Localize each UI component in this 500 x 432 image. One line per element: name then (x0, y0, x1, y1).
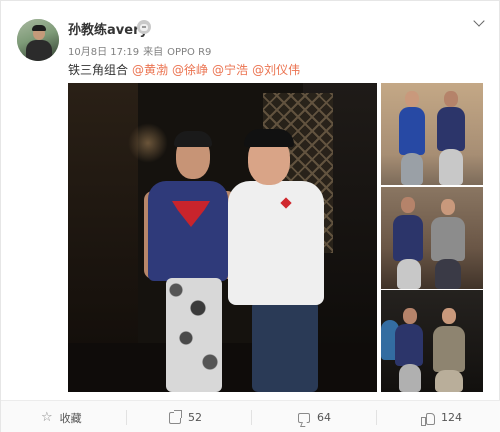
share-count: 52 (188, 411, 202, 424)
photo-lamp (128, 123, 168, 163)
thumb-person-camo-pants (439, 149, 463, 185)
thumbnail-photo-1[interactable] (381, 83, 483, 185)
like-count: 124 (441, 411, 462, 424)
person-left-shirt (148, 181, 228, 281)
weibo-post-card: 孙教练avery 10月8日 17:19 来自 OPPO R9 铁三角组合 @黄渤 @徐… (0, 0, 500, 432)
person-right-jeans (252, 301, 318, 392)
thumb-person-pants (401, 153, 423, 185)
thumb-person-pants (435, 370, 463, 392)
post-date[interactable]: 10月8日 17:19 (68, 47, 139, 58)
post-body-text: 铁三角组合 (68, 63, 129, 77)
thumb-person-superman-shirt (393, 215, 423, 261)
thumb-person-gray-shirt (431, 217, 465, 261)
source-prefix: 来自 (143, 47, 164, 58)
thumb-person-head (441, 199, 455, 215)
thumb-person-superman-shirt (437, 107, 465, 151)
mention-link[interactable]: @宁浩 (212, 63, 248, 77)
mention-link[interactable]: @徐峥 (172, 63, 208, 77)
main-photo[interactable] (68, 83, 377, 392)
comment-count: 64 (317, 411, 331, 424)
author-avatar[interactable] (17, 19, 59, 61)
action-divider (251, 410, 252, 425)
post-source[interactable]: OPPO R9 (167, 47, 211, 58)
thumb-person-head (405, 91, 419, 107)
thumb-person-head (401, 197, 415, 213)
thumb-person-head (444, 91, 458, 107)
post-meta: 10月8日 17:19 来自 OPPO R9 (68, 43, 215, 58)
author-name[interactable]: 孙教练avery (68, 19, 148, 38)
share-icon (169, 409, 182, 424)
thumbnail-photo-2[interactable] (381, 187, 483, 289)
thumb-person-camo-pants (397, 259, 421, 289)
photo-floor (68, 343, 377, 392)
post-text: 铁三角组合 @黄渤 @徐峥 @宁浩 @刘仪伟 (68, 61, 300, 78)
thumb-person-blue-shirt (399, 107, 425, 155)
avatar-body (26, 40, 52, 61)
thumb-person-superman-shirt (395, 324, 423, 366)
star-icon: ☆ (41, 409, 53, 425)
chevron-down-icon[interactable] (473, 17, 487, 29)
favorite-button[interactable]: ☆ 收藏 (41, 401, 82, 432)
thumbs-up-icon (421, 412, 435, 426)
like-button[interactable]: 124 (421, 401, 462, 432)
person-left-camo-pants (166, 278, 222, 392)
mention-link[interactable]: @黄渤 (132, 63, 168, 77)
action-divider (126, 410, 127, 425)
thumbnail-photo-3[interactable] (381, 290, 483, 392)
action-bar: ☆ 收藏 52 64 124 (1, 400, 500, 432)
mention-link[interactable]: @刘仪伟 (252, 63, 300, 77)
person-right-white-shirt (228, 181, 324, 305)
person-right-cap (244, 129, 294, 147)
comment-icon (298, 412, 310, 423)
thumb-person-patterned-shirt (433, 326, 465, 372)
thumb-person-camo-pants (399, 364, 421, 392)
action-divider (376, 410, 377, 425)
verified-badge-icon (137, 20, 151, 34)
avatar-hair (32, 25, 46, 31)
thumb-person-head (403, 308, 417, 324)
share-button[interactable]: 52 (169, 401, 202, 432)
thumb-person-head (442, 308, 456, 324)
favorite-label: 收藏 (59, 411, 82, 425)
person-left-hair (174, 131, 212, 147)
comment-button[interactable]: 64 (298, 401, 331, 432)
thumb-person-pants (435, 259, 461, 289)
